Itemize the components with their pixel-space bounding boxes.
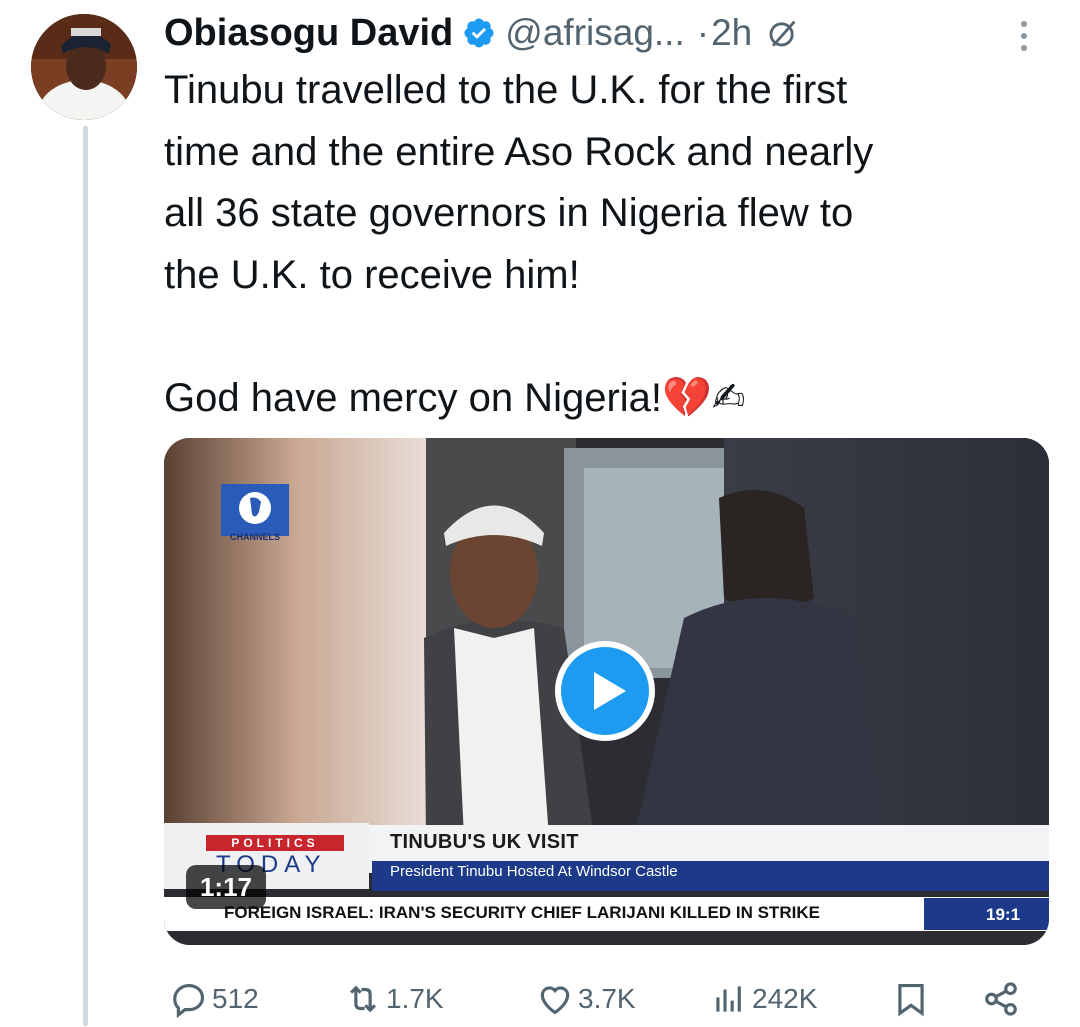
- like-button[interactable]: 3.7K: [536, 974, 636, 1024]
- video-player[interactable]: CHANNELS POLITICS TODAY TINUBU'S UK VISI…: [164, 438, 1049, 945]
- avatar-photo: [31, 14, 137, 120]
- tweet-header: Obiasogu David @afrisag... · 2h: [164, 8, 1064, 58]
- video-duration: 1:17: [186, 865, 266, 909]
- news-subheadline: President Tinubu Hosted At Windsor Castl…: [390, 863, 678, 880]
- bookmark-icon: [898, 983, 924, 1017]
- author-handle[interactable]: @afrisag...: [505, 12, 684, 54]
- like-count: 3.7K: [578, 983, 636, 1014]
- thread-line: [83, 126, 88, 1026]
- tweet-text: Tinubu travelled to the U.K. for the fir…: [164, 68, 874, 420]
- more-options-icon[interactable]: [1018, 16, 1030, 56]
- news-lower-third: POLITICS TODAY TINUBU'S UK VISIT Preside…: [164, 823, 1049, 945]
- broadcast-clock: 19:1: [986, 905, 1021, 924]
- channels-logo-text: CHANNELS: [229, 532, 280, 542]
- bookmark-button[interactable]: [892, 974, 930, 1024]
- share-icon: [985, 982, 1017, 1016]
- reply-count: 512: [212, 983, 259, 1014]
- heart-icon: [540, 986, 570, 1015]
- news-headline: TINUBU'S UK VISIT: [390, 831, 579, 853]
- reply-button[interactable]: 512: [170, 974, 259, 1024]
- share-button[interactable]: [982, 974, 1020, 1024]
- verified-badge-icon: [464, 18, 494, 48]
- repost-icon: [350, 985, 376, 1013]
- views-button[interactable]: 242K: [710, 974, 817, 1024]
- action-bar: 512 1.7K 3.7K 242K: [164, 974, 1044, 1024]
- program-top-text: POLITICS: [206, 835, 344, 851]
- repost-button[interactable]: 1.7K: [344, 974, 444, 1024]
- author-name[interactable]: Obiasogu David: [164, 12, 453, 55]
- views-count: 242K: [752, 983, 818, 1014]
- reply-icon: [173, 983, 205, 1018]
- separator-dot: ·: [696, 12, 710, 53]
- tweet-time[interactable]: 2h: [711, 12, 752, 54]
- avatar[interactable]: [31, 14, 137, 120]
- views-icon: [716, 986, 741, 1012]
- repost-count: 1.7K: [386, 983, 444, 1014]
- play-icon[interactable]: [552, 638, 658, 744]
- ticker-text: FOREIGN ISRAEL: IRAN'S SECURITY CHIEF LA…: [224, 903, 820, 922]
- grok-icon[interactable]: [766, 16, 800, 50]
